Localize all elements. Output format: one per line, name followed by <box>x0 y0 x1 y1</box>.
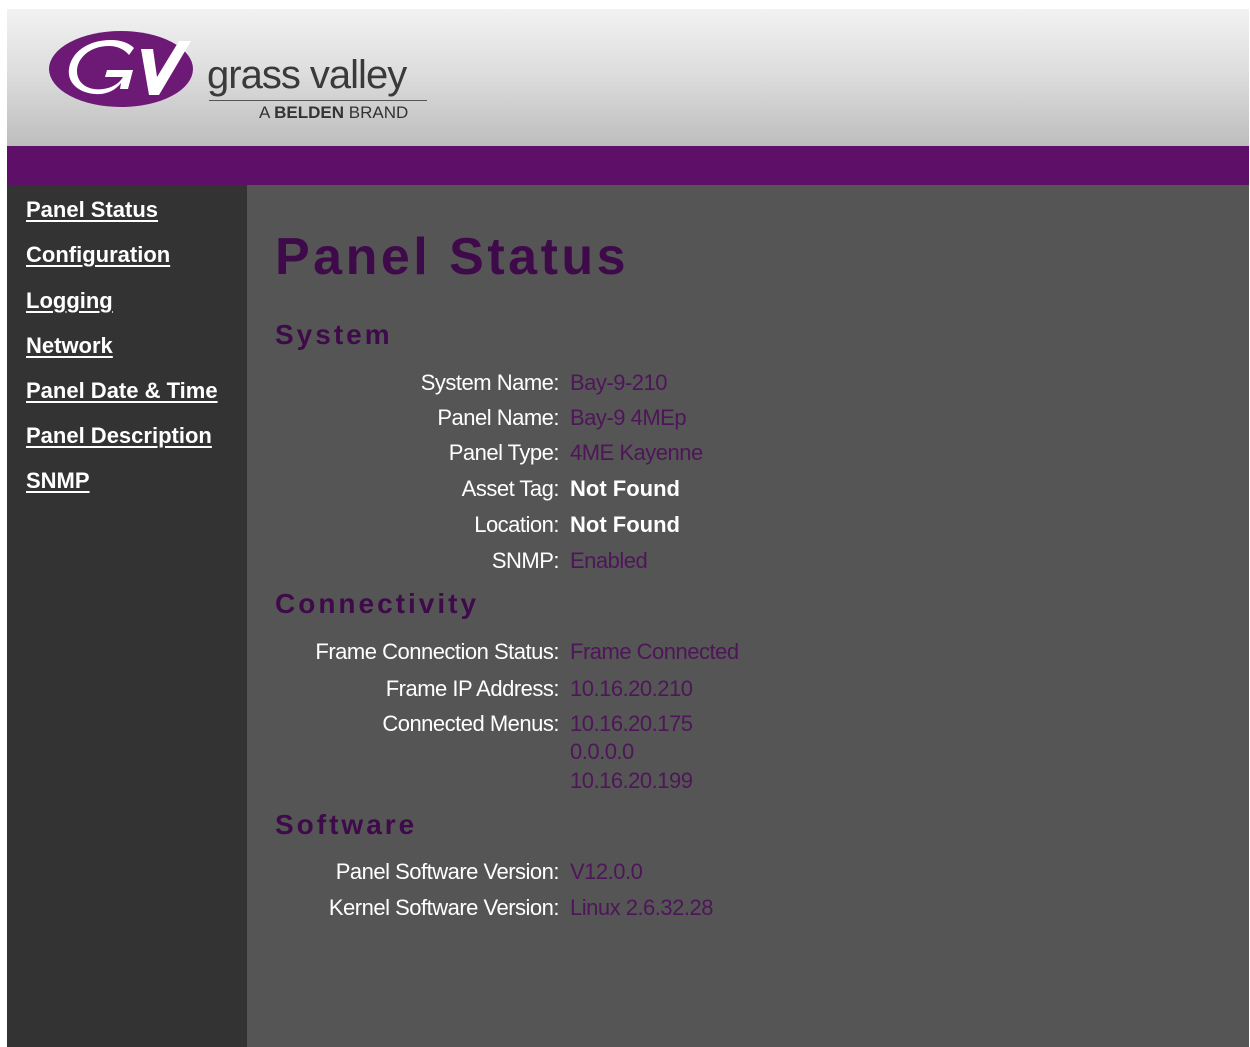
brand-divider <box>209 100 427 101</box>
asset-tag-value: Not Found <box>570 476 680 501</box>
frame-ip-label: Frame IP Address: <box>385 676 560 701</box>
panel-name-label: Panel Name: <box>437 405 559 430</box>
panel-name-value: Bay-9 4MEp <box>570 405 687 430</box>
frame-status-label: Frame Connection Status: <box>315 639 559 664</box>
tagline-belden: BELDEN <box>274 103 345 122</box>
gv-logo-icon <box>49 31 193 107</box>
nav-link-panel-status[interactable]: Panel Status <box>26 197 158 223</box>
nav-link-snmp[interactable]: SNMP <box>26 468 90 494</box>
frame-ip-value: 10.16.20.210 <box>570 676 693 701</box>
connected-menu-item: 10.16.20.175 <box>570 711 693 736</box>
kernel-software-label: Kernel Software Version: <box>328 895 560 920</box>
connected-menus-label: Connected Menus: <box>382 711 559 736</box>
kernel-software-value: Linux 2.6.32.28 <box>570 895 713 920</box>
accent-bar <box>7 146 1249 185</box>
connected-menu-item: 10.16.20.199 <box>570 768 693 793</box>
brand-tagline: A BELDEN BRAND <box>259 103 408 123</box>
section-heading-system: System <box>275 319 393 350</box>
nav-link-panel-date-time[interactable]: Panel Date & Time <box>26 378 218 404</box>
asset-tag-label: Asset Tag: <box>461 476 560 501</box>
system-name-label: System Name: <box>420 370 560 395</box>
nav-link-configuration[interactable]: Configuration <box>26 242 170 268</box>
location-value: Not Found <box>570 512 680 537</box>
panel-software-label: Panel Software Version: <box>335 859 560 884</box>
snmp-value: Enabled <box>570 548 648 573</box>
header: grass valley A BELDEN BRAND <box>7 9 1249 146</box>
panel-software-value: V12.0.0 <box>570 859 643 884</box>
page-frame: grass valley A BELDEN BRAND Panel Status… <box>7 9 1249 1047</box>
sidebar: Panel Status Configuration Logging Netwo… <box>7 185 247 1047</box>
tagline-prefix: A <box>259 103 270 122</box>
panel-type-label: Panel Type: <box>448 440 560 465</box>
grass-valley-logo: grass valley A BELDEN BRAND <box>49 19 489 129</box>
brand-name: grass valley <box>207 53 407 97</box>
section-heading-software: Software <box>275 809 418 840</box>
location-label: Location: <box>474 512 559 537</box>
connected-menu-item: 0.0.0.0 <box>570 739 634 764</box>
section-heading-connectivity: Connectivity <box>275 588 480 619</box>
main-content: Panel Status System System Name: Bay-9-2… <box>247 185 1249 1047</box>
system-name-value: Bay-9-210 <box>570 370 668 395</box>
nav-link-logging[interactable]: Logging <box>26 288 113 314</box>
snmp-label: SNMP: <box>491 548 560 573</box>
nav-link-panel-description[interactable]: Panel Description <box>26 423 212 449</box>
frame-status-value: Frame Connected <box>570 639 739 664</box>
tagline-suffix: BRAND <box>348 103 409 122</box>
panel-type-value: 4ME Kayenne <box>570 440 703 465</box>
page-title: Panel Status <box>275 228 630 286</box>
nav-link-network[interactable]: Network <box>26 333 113 359</box>
